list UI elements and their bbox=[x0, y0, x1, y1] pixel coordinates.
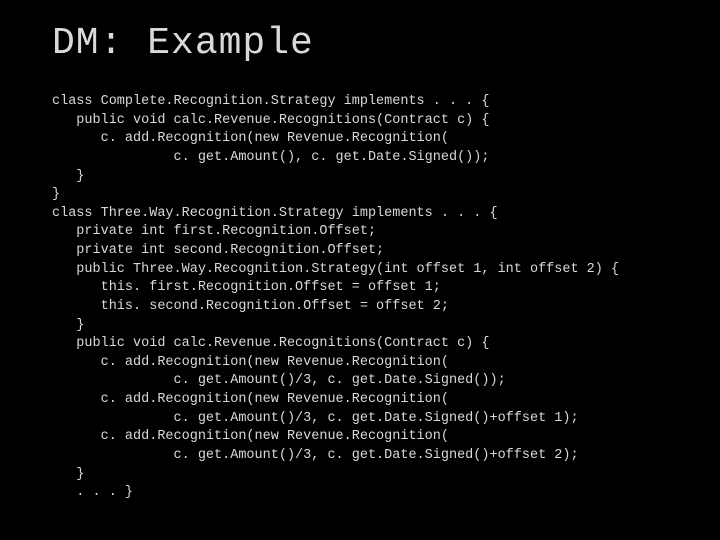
slide-title: DM: Example bbox=[52, 22, 680, 65]
code-block: class Complete.Recognition.Strategy impl… bbox=[52, 93, 680, 503]
slide: DM: Example class Complete.Recognition.S… bbox=[0, 0, 720, 540]
